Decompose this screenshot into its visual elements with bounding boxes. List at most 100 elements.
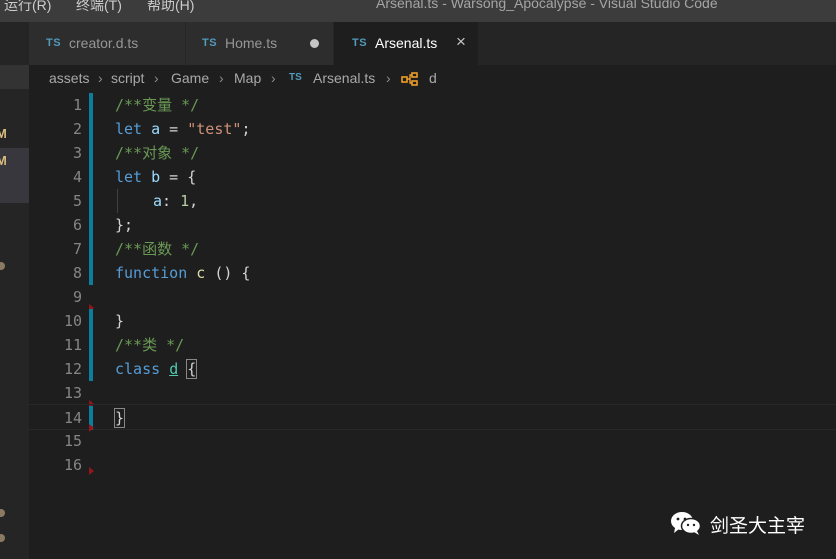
code-editor[interactable]: 1 /**变量 */ 2 let a = "test"; 3 /**对象 */ …: [29, 93, 836, 559]
breadcrumb: assets › script › Game › Map › TS Arsena…: [29, 65, 836, 93]
gutter-modified-marker[interactable]: [89, 141, 93, 165]
line-number: 4: [72, 168, 82, 186]
keyword-token: let: [115, 168, 143, 186]
breadcrumb-item[interactable]: assets: [49, 70, 89, 86]
class-symbol-icon: [401, 72, 418, 86]
code-text: /**变量 */: [115, 93, 199, 117]
wechat-icon: [671, 512, 702, 535]
line-number: 12: [63, 360, 82, 378]
gutter-modified-marker[interactable]: [89, 309, 93, 333]
class-name-token: d: [169, 360, 179, 378]
tab-creator-d-ts[interactable]: TS creator.d.ts: [29, 22, 186, 65]
git-modified-badge: M: [0, 153, 7, 168]
code-text: }: [113, 406, 126, 430]
vscode-window: 运行(R) 终端(T) 帮助(H) Arsenal.ts - Warsong_A…: [0, 0, 836, 559]
chevron-right-icon: ›: [271, 70, 276, 86]
identifier-token: b: [151, 168, 161, 186]
gutter-modified-marker[interactable]: [89, 213, 93, 237]
code-line-current[interactable]: 14 }: [29, 404, 836, 430]
gutter-modified-marker[interactable]: [89, 237, 93, 261]
code-line[interactable]: 11 /**类 */: [29, 333, 836, 357]
typescript-file-icon: TS: [352, 37, 368, 49]
line-number: 15: [63, 432, 82, 450]
close-icon[interactable]: ×: [456, 33, 466, 50]
chevron-right-icon: ›: [98, 70, 103, 86]
punctuation-token: ;: [241, 120, 251, 138]
breadcrumb-file[interactable]: Arsenal.ts: [313, 70, 375, 86]
gutter-modified-marker[interactable]: [89, 333, 93, 357]
code-text: /**对象 */: [115, 141, 199, 165]
typescript-file-icon: TS: [46, 37, 62, 49]
code-line[interactable]: 6 };: [29, 213, 836, 237]
code-line[interactable]: 15: [29, 429, 836, 453]
unsaved-dot-icon[interactable]: [310, 39, 319, 48]
tab-label: Arsenal.ts: [375, 35, 438, 51]
gutter-modified-marker[interactable]: [89, 189, 93, 213]
punctuation-token: }: [115, 312, 125, 330]
line-number: 7: [72, 240, 82, 258]
menu-help[interactable]: 帮助(H): [147, 0, 194, 15]
keyword-token: let: [115, 120, 143, 138]
line-number: 9: [72, 288, 82, 306]
operator-token: =: [160, 120, 188, 138]
punctuation-token: };: [115, 216, 134, 234]
code-line[interactable]: 16: [29, 453, 836, 477]
modified-dot-icon: [0, 262, 5, 270]
typescript-file-icon: TS: [202, 37, 218, 49]
gutter-modified-marker[interactable]: [89, 357, 93, 381]
chevron-right-icon: ›: [386, 70, 391, 86]
line-number: 3: [72, 144, 82, 162]
gutter-modified-marker[interactable]: [89, 165, 93, 189]
sidebar-section-header[interactable]: [0, 65, 29, 89]
tab-home-ts[interactable]: TS Home.ts: [186, 22, 334, 65]
line-number: 8: [72, 264, 82, 282]
code-line[interactable]: 4 let b = {: [29, 165, 836, 189]
operator-token: = {: [160, 168, 197, 186]
breadcrumb-item[interactable]: script: [111, 70, 144, 86]
menu-run[interactable]: 运行(R): [4, 0, 51, 15]
typescript-file-icon: TS: [289, 72, 302, 83]
code-line[interactable]: 1 /**变量 */: [29, 93, 836, 117]
keyword-token: function: [115, 264, 188, 282]
explorer-item-modified-active[interactable]: M: [0, 148, 29, 203]
line-number: 11: [63, 336, 82, 354]
gutter-modified-marker[interactable]: [89, 93, 93, 117]
explorer-sidebar: M M: [0, 22, 29, 559]
keyword-token: class: [115, 360, 161, 378]
title-bar: 运行(R) 终端(T) 帮助(H) Arsenal.ts - Warsong_A…: [0, 0, 836, 22]
code-line[interactable]: 10 }: [29, 309, 836, 333]
code-line[interactable]: 9: [29, 285, 836, 309]
tab-label: creator.d.ts: [69, 35, 139, 51]
editor-tab-bar: TS creator.d.ts TS Home.ts TS Arsenal.ts…: [29, 22, 836, 65]
identifier-token: a: [151, 120, 161, 138]
matching-brace: }: [113, 408, 126, 428]
code-line[interactable]: 2 let a = "test";: [29, 117, 836, 141]
gutter-deleted-marker[interactable]: [89, 467, 94, 475]
code-line[interactable]: 5 a: 1,: [29, 189, 836, 213]
menu-terminal[interactable]: 终端(T): [76, 0, 122, 15]
gutter-modified-marker[interactable]: [89, 117, 93, 141]
chevron-right-icon: ›: [154, 70, 159, 86]
code-line[interactable]: 8 function c () {: [29, 261, 836, 285]
breadcrumb-item[interactable]: Game: [171, 70, 209, 86]
code-text: a: 1,: [153, 189, 198, 213]
code-line[interactable]: 7 /**函数 */: [29, 237, 836, 261]
gutter-modified-marker[interactable]: [89, 261, 93, 285]
code-text: /**类 */: [115, 333, 184, 357]
line-number: 2: [72, 120, 82, 138]
property-token: a: [153, 192, 163, 210]
breadcrumb-symbol[interactable]: d: [429, 70, 437, 86]
line-number: 16: [63, 456, 82, 474]
line-number: 1: [72, 96, 82, 114]
breadcrumb-item[interactable]: Map: [234, 70, 261, 86]
function-name-token: c: [196, 264, 206, 282]
tab-arsenal-ts[interactable]: TS Arsenal.ts ×: [334, 22, 479, 65]
punctuation-token: :: [162, 192, 181, 210]
line-number: 13: [63, 384, 82, 402]
explorer-item-modified[interactable]: M: [0, 121, 29, 147]
code-line[interactable]: 13: [29, 381, 836, 405]
code-line[interactable]: 12 class d {: [29, 357, 836, 381]
line-number: 10: [63, 312, 82, 330]
code-line[interactable]: 3 /**对象 */: [29, 141, 836, 165]
comment-token: /**类 */: [115, 336, 185, 354]
